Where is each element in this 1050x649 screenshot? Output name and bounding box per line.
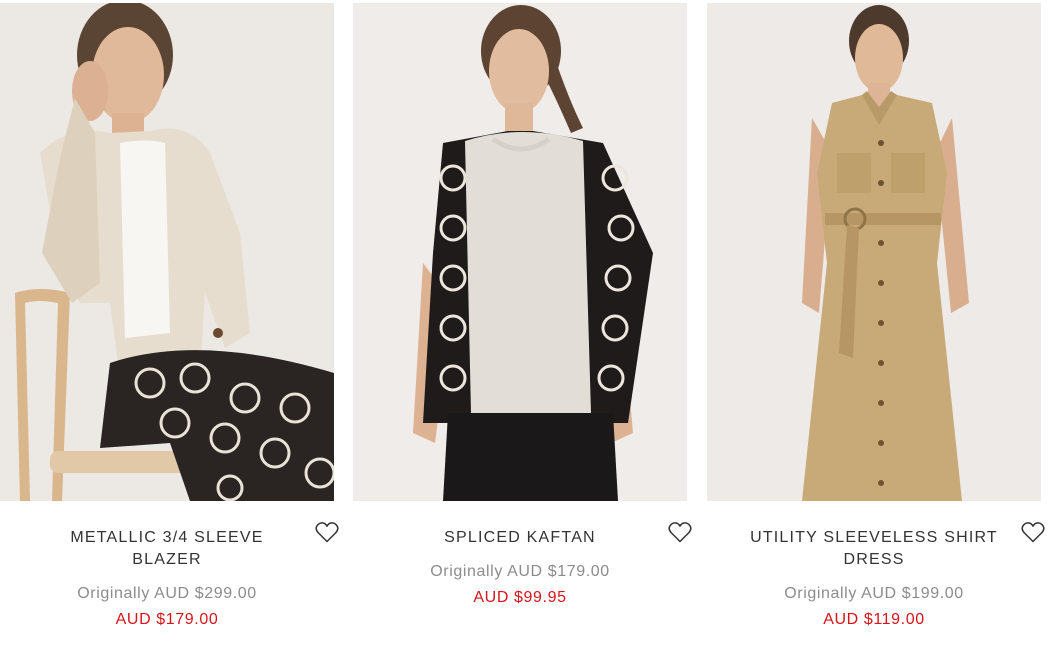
product-info: SPLICED KAFTAN Originally AUD $179.00 AU… <box>353 527 687 607</box>
product-name[interactable]: UTILITY SLEEVELESS SHIRT DRESS <box>744 527 1004 571</box>
product-card: METALLIC 3/4 SLEEVE BLAZER Originally AU… <box>0 0 339 649</box>
product-card: SPLICED KAFTAN Originally AUD $179.00 AU… <box>353 0 692 649</box>
sale-price: AUD $179.00 <box>115 611 219 628</box>
sale-price: AUD $119.00 <box>823 611 925 628</box>
product-info: UTILITY SLEEVELESS SHIRT DRESS Originall… <box>707 527 1041 629</box>
original-price: Originally AUD $199.00 <box>784 585 964 602</box>
original-price: Originally AUD $299.00 <box>77 585 257 602</box>
product-grid: METALLIC 3/4 SLEEVE BLAZER Originally AU… <box>0 0 1050 649</box>
sale-price: AUD $99.95 <box>473 589 567 606</box>
product-name[interactable]: METALLIC 3/4 SLEEVE BLAZER <box>52 527 282 571</box>
product-image[interactable] <box>0 3 334 501</box>
original-price: Originally AUD $179.00 <box>430 563 610 580</box>
product-image[interactable] <box>707 3 1041 501</box>
product-card: UTILITY SLEEVELESS SHIRT DRESS Originall… <box>707 0 1045 649</box>
product-name[interactable]: SPLICED KAFTAN <box>405 527 635 549</box>
product-image[interactable] <box>353 3 687 501</box>
product-info: METALLIC 3/4 SLEEVE BLAZER Originally AU… <box>0 527 334 629</box>
